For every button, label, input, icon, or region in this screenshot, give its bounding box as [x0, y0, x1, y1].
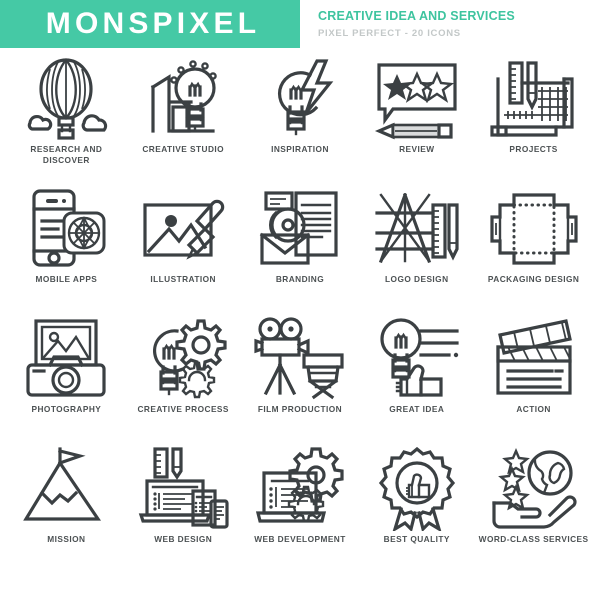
- icon-label: LOGO DESIGN: [385, 274, 449, 284]
- speech-bubble-stars-pencil-icon: [371, 56, 463, 142]
- movie-camera-director-chair-icon: [254, 316, 346, 402]
- award-ribbon-thumbs-up-icon: [371, 446, 463, 532]
- brand-band: MONSPIXEL: [0, 0, 300, 48]
- icon-label: CREATIVE STUDIO: [142, 144, 225, 154]
- lightbulb-lightning-bolt-icon: [254, 56, 346, 142]
- icon-cell-creative-process[interactable]: CREATIVE PROCESS: [125, 316, 242, 446]
- icon-label: WORD-CLASS SERVICES: [478, 534, 589, 544]
- header-text-block: CREATIVE IDEA AND SERVICES PIXEL PERFECT…: [300, 0, 600, 48]
- icon-cell-great-idea[interactable]: GREAT IDEA: [358, 316, 475, 446]
- icon-label: PHOTOGRAPHY: [31, 404, 102, 414]
- header-tagline: CREATIVE IDEA AND SERVICES: [318, 9, 515, 23]
- icon-cell-web-development[interactable]: WEB DEVELOPMENT: [242, 446, 359, 576]
- icon-label: GREAT IDEA: [389, 404, 445, 414]
- icon-cell-best-quality[interactable]: BEST QUALITY: [358, 446, 475, 576]
- letter-a-grid-ruler-pencil-icon: [371, 186, 463, 272]
- icon-label: BEST QUALITY: [383, 534, 450, 544]
- laptop-gears-icon: [254, 446, 346, 532]
- icon-cell-projects[interactable]: PROJECTS: [475, 56, 592, 186]
- picture-paintbrush-icon: [137, 186, 229, 272]
- icon-cell-creative-studio[interactable]: CREATIVE STUDIO: [125, 56, 242, 186]
- icon-cell-research-and-discover[interactable]: RESEARCH AND DISCOVER: [8, 56, 125, 186]
- responsive-devices-ruler-pencil-icon: [137, 446, 229, 532]
- poster-header: MONSPIXEL CREATIVE IDEA AND SERVICES PIX…: [0, 0, 600, 50]
- unfolded-box-dieline-icon: [488, 186, 580, 272]
- icon-cell-illustration[interactable]: ILLUSTRATION: [125, 186, 242, 316]
- header-subtitle: PIXEL PERFECT - 20 ICONS: [318, 28, 461, 39]
- icon-cell-mobile-apps[interactable]: MOBILE APPS: [8, 186, 125, 316]
- hot-air-balloon-icon: [20, 56, 112, 142]
- icon-cell-photography[interactable]: PHOTOGRAPHY: [8, 316, 125, 446]
- icon-cell-logo-design[interactable]: LOGO DESIGN: [358, 186, 475, 316]
- icon-label: MOBILE APPS: [35, 274, 98, 284]
- blueprint-ruler-pencil-icon: [488, 56, 580, 142]
- icon-cell-web-design[interactable]: WEB DESIGN: [125, 446, 242, 576]
- lightbulb-thumbs-up-icon: [371, 316, 463, 402]
- icon-label: RESEARCH AND DISCOVER: [30, 144, 103, 166]
- studio-building-lightbulb-icon: [137, 56, 229, 142]
- icon-cell-word-class-services[interactable]: WORD-CLASS SERVICES: [475, 446, 592, 576]
- icon-cell-review[interactable]: REVIEW: [358, 56, 475, 186]
- icon-label: BRANDING: [275, 274, 325, 284]
- icon-grid: RESEARCH AND DISCOVER CREATIVE STUDIO IN…: [0, 50, 600, 576]
- icon-cell-action[interactable]: ACTION: [475, 316, 592, 446]
- brand-title: MONSPIXEL: [45, 7, 261, 40]
- clapperboard-icon: [488, 316, 580, 402]
- icon-label: MISSION: [47, 534, 86, 544]
- camera-photo-frame-icon: [20, 316, 112, 402]
- smartphone-compass-icon: [20, 186, 112, 272]
- icon-label: PROJECTS: [509, 144, 558, 154]
- icon-label: REVIEW: [399, 144, 435, 154]
- lightbulb-gears-icon: [137, 316, 229, 402]
- icon-set-poster: MONSPIXEL CREATIVE IDEA AND SERVICES PIX…: [0, 0, 600, 600]
- hand-globe-stars-icon: [488, 446, 580, 532]
- icon-label: FILM PRODUCTION: [257, 404, 343, 414]
- icon-cell-film-production[interactable]: FILM PRODUCTION: [242, 316, 359, 446]
- icon-cell-inspiration[interactable]: INSPIRATION: [242, 56, 359, 186]
- icon-label: CREATIVE PROCESS: [137, 404, 229, 414]
- icon-label: INSPIRATION: [271, 144, 329, 154]
- icon-cell-packaging-design[interactable]: PACKAGING DESIGN: [475, 186, 592, 316]
- icon-label: WEB DEVELOPMENT: [254, 534, 346, 544]
- icon-cell-branding[interactable]: BRANDING: [242, 186, 359, 316]
- icon-label: PACKAGING DESIGN: [487, 274, 580, 284]
- icon-label: ACTION: [516, 404, 551, 414]
- mountain-flag-icon: [20, 446, 112, 532]
- icon-cell-mission[interactable]: MISSION: [8, 446, 125, 576]
- icon-label: ILLUSTRATION: [150, 274, 216, 284]
- icon-label: WEB DESIGN: [154, 534, 213, 544]
- document-cd-envelope-icon: [254, 186, 346, 272]
